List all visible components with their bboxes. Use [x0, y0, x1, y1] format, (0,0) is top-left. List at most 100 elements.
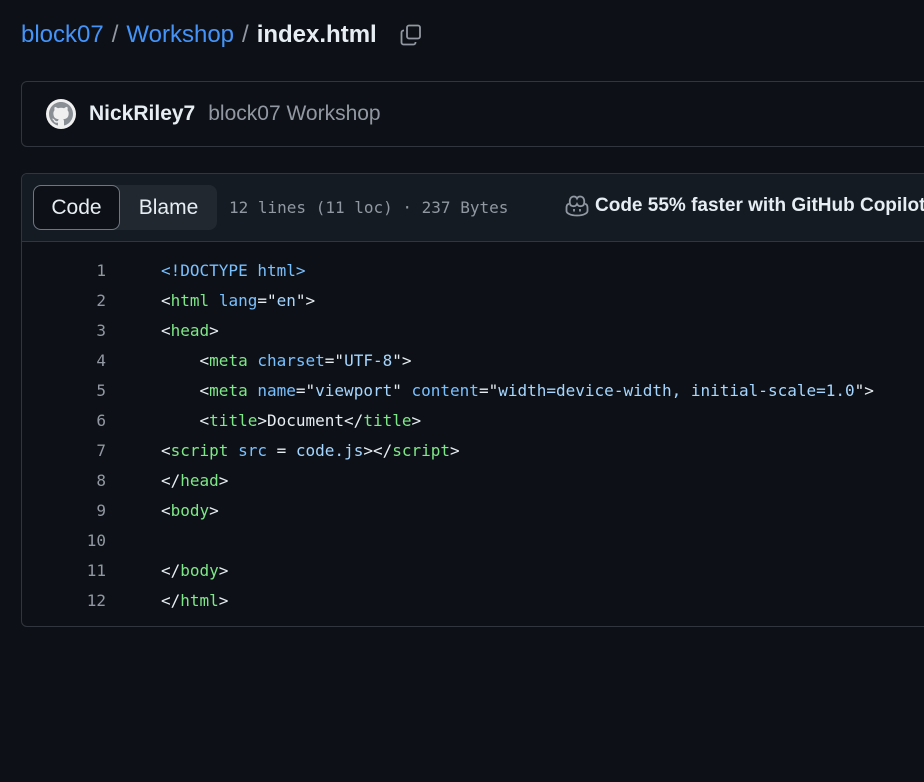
file-header: Code Blame 12 lines (11 loc) · 237 Bytes…: [22, 174, 924, 242]
line-number[interactable]: 8: [22, 466, 106, 496]
code-line: 9 <body>: [22, 496, 924, 526]
breadcrumb-repo-link[interactable]: Workshop: [126, 21, 234, 49]
code-line: 7 <script src = code.js></script>: [22, 436, 924, 466]
line-number[interactable]: 9: [22, 496, 106, 526]
tab-code[interactable]: Code: [33, 185, 120, 230]
commit-author-link[interactable]: NickRiley7: [89, 102, 195, 126]
code-token: en: [276, 291, 296, 310]
line-code: <title>Document</title>: [161, 406, 422, 436]
breadcrumb-owner-link[interactable]: block07: [21, 21, 104, 49]
copilot-promo-label: Code 55% faster with GitHub Copilot: [595, 195, 924, 216]
tab-blame[interactable]: Blame: [120, 185, 217, 230]
code-token: =: [478, 381, 489, 400]
breadcrumb-separator: /: [242, 21, 249, 48]
code-token: ": [334, 351, 345, 370]
code-token: head: [180, 471, 219, 490]
code-token: <!DOCTYPE html>: [161, 261, 306, 280]
code-token: >: [305, 291, 316, 310]
code-token: >: [209, 321, 219, 340]
code-token: ": [392, 351, 402, 370]
line-code: </head>: [161, 466, 228, 496]
code-token: </: [344, 411, 364, 430]
code-token: ": [266, 291, 277, 310]
code-token: <: [199, 351, 210, 370]
code-token: viewport: [315, 381, 393, 400]
github-octocat-icon: [49, 102, 73, 126]
code-token: <: [199, 381, 210, 400]
code-line: 8 </head>: [22, 466, 924, 496]
code-token: ": [488, 381, 499, 400]
line-number[interactable]: 6: [22, 406, 106, 436]
commit-message-link[interactable]: block07 Workshop: [208, 102, 380, 126]
code-line: 1 <!DOCTYPE html>: [22, 256, 924, 286]
code-token: ": [392, 381, 402, 400]
code-token: ": [305, 381, 316, 400]
line-number[interactable]: 1: [22, 256, 106, 286]
line-code: <body>: [161, 496, 219, 526]
code-token: ></: [363, 441, 393, 460]
breadcrumb-separator: /: [111, 21, 119, 48]
code-token: </: [161, 471, 181, 490]
code-token: title: [363, 411, 412, 430]
code-token: <: [161, 321, 171, 340]
code-token: name: [257, 381, 296, 400]
line-code: <html lang="en">: [161, 286, 315, 316]
copy-path-button[interactable]: [397, 21, 425, 49]
code-token: <: [161, 441, 171, 460]
code-token: charset: [257, 351, 325, 370]
code-token: >: [218, 561, 229, 580]
code-token: lang: [218, 291, 258, 310]
line-number[interactable]: 10: [22, 526, 106, 556]
breadcrumb-current-file: index.html: [256, 21, 377, 48]
code-token: <: [199, 411, 210, 430]
code-token: script: [392, 441, 451, 460]
code-token: <: [161, 501, 171, 520]
code-line: 5 <meta name="viewport" content="width=d…: [22, 376, 924, 406]
code-token: =: [324, 351, 335, 370]
code-token: >: [411, 411, 422, 430]
code-line: 6 <title>Document</title>: [22, 406, 924, 436]
line-code: <meta charset="UTF-8">: [161, 346, 412, 376]
code-token: </: [161, 561, 181, 580]
line-code: </html>: [161, 586, 228, 616]
line-number[interactable]: 12: [22, 586, 106, 616]
code-token: >: [218, 591, 229, 610]
code-token: >: [864, 381, 874, 400]
code-token: body: [170, 501, 210, 520]
code-line: 2 <html lang="en">: [22, 286, 924, 316]
breadcrumb: block07 / Workshop / index.html: [21, 18, 425, 52]
line-code: </body>: [161, 556, 228, 586]
line-number[interactable]: 5: [22, 376, 106, 406]
code-line: 11 </body>: [22, 556, 924, 586]
code-line: 3 <head>: [22, 316, 924, 346]
code-token: >: [450, 441, 460, 460]
code-token: </: [161, 591, 181, 610]
copilot-promo-link[interactable]: Code 55% faster with GitHub Copilot: [565, 194, 924, 218]
code-line: 4 <meta charset="UTF-8">: [22, 346, 924, 376]
code-token: html: [170, 291, 210, 310]
code-token: >: [209, 501, 219, 520]
code-token: content: [411, 381, 479, 400]
code-token: =: [266, 441, 296, 460]
file-info: 12 lines (11 loc) · 237 Bytes: [229, 198, 509, 217]
code-token: ": [295, 291, 306, 310]
line-number[interactable]: 3: [22, 316, 106, 346]
code-token: code.js: [295, 441, 364, 460]
code-token: >: [401, 351, 412, 370]
code-line: 12 </html>: [22, 586, 924, 616]
code-token: title: [209, 411, 258, 430]
code-area[interactable]: 1 <!DOCTYPE html> 2 <html lang="en"> 3 <head>…: [22, 242, 924, 616]
code-token: Document: [266, 411, 345, 430]
line-number[interactable]: 4: [22, 346, 106, 376]
line-number[interactable]: 7: [22, 436, 106, 466]
avatar[interactable]: [46, 99, 76, 129]
code-token: src: [238, 441, 267, 460]
line-number[interactable]: 2: [22, 286, 106, 316]
copilot-icon: [565, 194, 589, 218]
line-number[interactable]: 11: [22, 556, 106, 586]
code-token: =: [257, 291, 267, 310]
